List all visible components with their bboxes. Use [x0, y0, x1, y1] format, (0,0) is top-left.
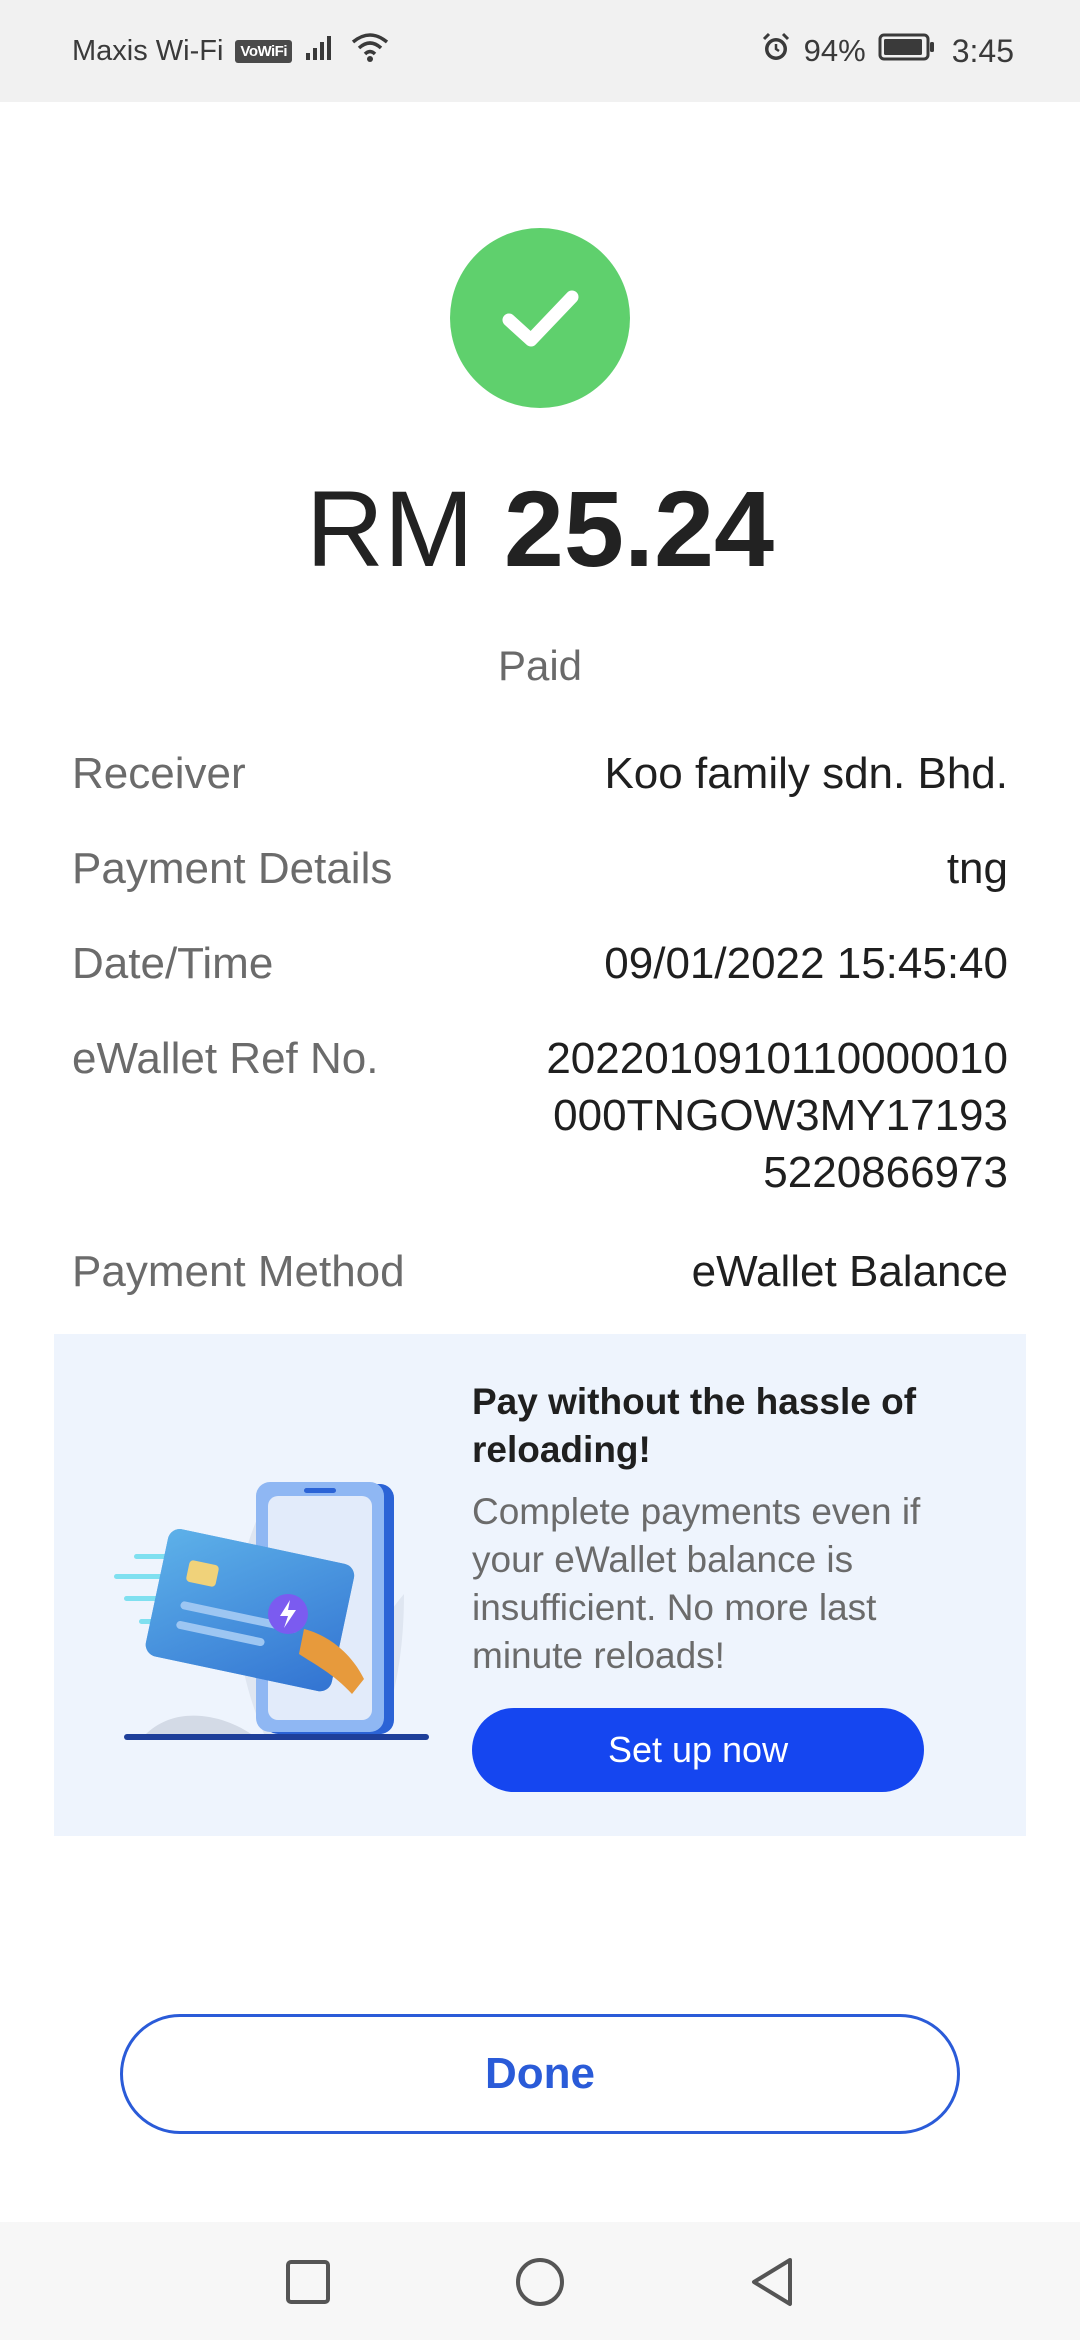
promo-text: Pay without the hassle of reloading! Com… — [472, 1378, 972, 1680]
transaction-details: Receiver Koo family sdn. Bhd. Payment De… — [72, 745, 1008, 1323]
home-icon[interactable] — [510, 2252, 570, 2312]
status-bar: Maxis Wi-Fi VoWiFi 94% 3:45 — [0, 0, 1080, 102]
recent-apps-icon[interactable] — [278, 2252, 338, 2312]
datetime-value: 09/01/2022 15:45:40 — [604, 939, 1008, 988]
payment-details-label: Payment Details — [72, 844, 393, 893]
system-nav-bar — [0, 2222, 1080, 2340]
card-phone-illustration — [114, 1414, 474, 1754]
payment-method-label: Payment Method — [72, 1247, 405, 1296]
receiver-label: Receiver — [72, 749, 246, 798]
signal-icon — [304, 33, 338, 69]
wifi-icon — [350, 31, 390, 71]
done-button[interactable]: Done — [120, 2014, 960, 2134]
datetime-label: Date/Time — [72, 939, 274, 988]
ref-row: eWallet Ref No. 2022010910110000010000TN… — [72, 1030, 1008, 1243]
promo-title: Pay without the hassle of reloading! — [472, 1381, 917, 1470]
carrier-name: Maxis Wi-Fi — [72, 34, 224, 67]
payment-details-row: Payment Details tng — [72, 840, 1008, 935]
payment-method-value: eWallet Balance — [691, 1247, 1008, 1296]
currency-label: RM — [305, 468, 474, 589]
check-circle-icon — [450, 228, 630, 408]
datetime-row: Date/Time 09/01/2022 15:45:40 — [72, 935, 1008, 1030]
promo-description: Complete payments even if your eWallet b… — [472, 1491, 921, 1676]
ref-label: eWallet Ref No. — [72, 1034, 379, 1083]
vowifi-badge: VoWiFi — [235, 39, 292, 63]
promo-banner: Pay without the hassle of reloading! Com… — [54, 1334, 1026, 1836]
receiver-row: Receiver Koo family sdn. Bhd. — [72, 745, 1008, 840]
status-bar-left: Maxis Wi-Fi VoWiFi — [72, 31, 390, 71]
set-up-now-button[interactable]: Set up now — [472, 1708, 924, 1792]
receiver-value: Koo family sdn. Bhd. — [604, 749, 1008, 798]
payment-status: Paid — [497, 642, 583, 689]
payment-method-row: Payment Method eWallet Balance — [72, 1243, 1008, 1323]
payment-details-value: tng — [946, 844, 1008, 893]
battery-icon — [878, 32, 936, 70]
alarm-icon — [760, 31, 792, 71]
amount-value: 25.24 — [503, 468, 775, 589]
clock: 3:45 — [951, 32, 1014, 69]
payment-amount: RM 25.24 — [0, 468, 1080, 589]
ref-value: 2022010910110000010000TNGOW3MY1719352208… — [546, 1034, 1008, 1197]
back-icon[interactable] — [742, 2252, 802, 2312]
status-bar-right: 94% 3:45 — [760, 31, 1014, 71]
battery-percent: 94% — [803, 33, 866, 68]
